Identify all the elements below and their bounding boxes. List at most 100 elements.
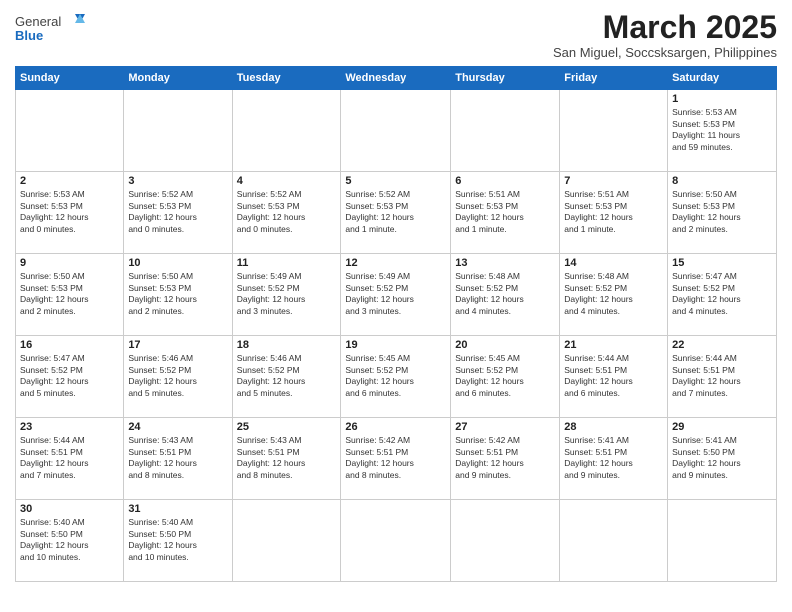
day-cell-8: 8 Sunrise: 5:50 AMSunset: 5:53 PMDayligh… <box>668 172 777 254</box>
day-num: 16 <box>20 339 119 351</box>
day-num: 6 <box>455 175 555 187</box>
empty-cell <box>232 500 341 582</box>
svg-text:General: General <box>15 14 61 29</box>
day-cell-19: 19 Sunrise: 5:45 AMSunset: 5:52 PMDaylig… <box>341 336 451 418</box>
empty-cell <box>232 90 341 172</box>
day-info: Sunrise: 5:44 AMSunset: 5:51 PMDaylight:… <box>20 435 119 481</box>
day-info: Sunrise: 5:48 AMSunset: 5:52 PMDaylight:… <box>455 271 555 317</box>
day-info: Sunrise: 5:51 AMSunset: 5:53 PMDaylight:… <box>564 189 663 235</box>
day-info: Sunrise: 5:49 AMSunset: 5:52 PMDaylight:… <box>345 271 446 317</box>
day-cell-2: 2 Sunrise: 5:53 AMSunset: 5:53 PMDayligh… <box>16 172 124 254</box>
generalblue-logo: General Blue <box>15 10 85 48</box>
day-info: Sunrise: 5:49 AMSunset: 5:52 PMDaylight:… <box>237 271 337 317</box>
table-row: 1 Sunrise: 5:53 AMSunset: 5:53 PMDayligh… <box>16 90 777 172</box>
day-cell-26: 26 Sunrise: 5:42 AMSunset: 5:51 PMDaylig… <box>341 418 451 500</box>
day-cell-14: 14 Sunrise: 5:48 AMSunset: 5:52 PMDaylig… <box>560 254 668 336</box>
day-info: Sunrise: 5:42 AMSunset: 5:51 PMDaylight:… <box>345 435 446 481</box>
day-num: 9 <box>20 257 119 269</box>
header-wednesday: Wednesday <box>341 67 451 90</box>
day-num: 11 <box>237 257 337 269</box>
header-sunday: Sunday <box>16 67 124 90</box>
empty-cell <box>341 500 451 582</box>
day-cell-1: 1 Sunrise: 5:53 AMSunset: 5:53 PMDayligh… <box>668 90 777 172</box>
day-info: Sunrise: 5:45 AMSunset: 5:52 PMDaylight:… <box>455 353 555 399</box>
day-cell-25: 25 Sunrise: 5:43 AMSunset: 5:51 PMDaylig… <box>232 418 341 500</box>
day-info: Sunrise: 5:51 AMSunset: 5:53 PMDaylight:… <box>455 189 555 235</box>
day-num: 28 <box>564 421 663 433</box>
day-cell-12: 12 Sunrise: 5:49 AMSunset: 5:52 PMDaylig… <box>341 254 451 336</box>
empty-cell <box>560 90 668 172</box>
day-num: 4 <box>237 175 337 187</box>
header-tuesday: Tuesday <box>232 67 341 90</box>
day-info: Sunrise: 5:42 AMSunset: 5:51 PMDaylight:… <box>455 435 555 481</box>
day-num: 21 <box>564 339 663 351</box>
calendar-table: Sunday Monday Tuesday Wednesday Thursday… <box>15 66 777 582</box>
day-info: Sunrise: 5:46 AMSunset: 5:52 PMDaylight:… <box>128 353 227 399</box>
day-num: 8 <box>672 175 772 187</box>
day-cell-29: 29 Sunrise: 5:41 AMSunset: 5:50 PMDaylig… <box>668 418 777 500</box>
empty-cell <box>560 500 668 582</box>
day-info: Sunrise: 5:45 AMSunset: 5:52 PMDaylight:… <box>345 353 446 399</box>
table-row: 9 Sunrise: 5:50 AMSunset: 5:53 PMDayligh… <box>16 254 777 336</box>
month-title: March 2025 <box>553 10 777 45</box>
day-num: 26 <box>345 421 446 433</box>
day-num: 7 <box>564 175 663 187</box>
day-cell-4: 4 Sunrise: 5:52 AMSunset: 5:53 PMDayligh… <box>232 172 341 254</box>
day-info: Sunrise: 5:41 AMSunset: 5:50 PMDaylight:… <box>672 435 772 481</box>
day-num: 29 <box>672 421 772 433</box>
day-info: Sunrise: 5:53 AMSunset: 5:53 PMDaylight:… <box>20 189 119 235</box>
day-info: Sunrise: 5:52 AMSunset: 5:53 PMDaylight:… <box>237 189 337 235</box>
header-friday: Friday <box>560 67 668 90</box>
day-num: 1 <box>672 93 772 105</box>
weekday-header-row: Sunday Monday Tuesday Wednesday Thursday… <box>16 67 777 90</box>
day-cell-31: 31 Sunrise: 5:40 AMSunset: 5:50 PMDaylig… <box>124 500 232 582</box>
day-cell-27: 27 Sunrise: 5:42 AMSunset: 5:51 PMDaylig… <box>451 418 560 500</box>
day-cell-30: 30 Sunrise: 5:40 AMSunset: 5:50 PMDaylig… <box>16 500 124 582</box>
calendar-page: General Blue March 2025 San Miguel, Socc… <box>0 0 792 612</box>
day-cell-5: 5 Sunrise: 5:52 AMSunset: 5:53 PMDayligh… <box>341 172 451 254</box>
day-info: Sunrise: 5:50 AMSunset: 5:53 PMDaylight:… <box>20 271 119 317</box>
day-info: Sunrise: 5:52 AMSunset: 5:53 PMDaylight:… <box>128 189 227 235</box>
day-num: 19 <box>345 339 446 351</box>
day-num: 27 <box>455 421 555 433</box>
day-cell-20: 20 Sunrise: 5:45 AMSunset: 5:52 PMDaylig… <box>451 336 560 418</box>
day-info: Sunrise: 5:46 AMSunset: 5:52 PMDaylight:… <box>237 353 337 399</box>
header-thursday: Thursday <box>451 67 560 90</box>
day-num: 2 <box>20 175 119 187</box>
day-cell-15: 15 Sunrise: 5:47 AMSunset: 5:52 PMDaylig… <box>668 254 777 336</box>
day-cell-3: 3 Sunrise: 5:52 AMSunset: 5:53 PMDayligh… <box>124 172 232 254</box>
day-cell-28: 28 Sunrise: 5:41 AMSunset: 5:51 PMDaylig… <box>560 418 668 500</box>
day-num: 12 <box>345 257 446 269</box>
day-num: 5 <box>345 175 446 187</box>
day-cell-13: 13 Sunrise: 5:48 AMSunset: 5:52 PMDaylig… <box>451 254 560 336</box>
day-info: Sunrise: 5:43 AMSunset: 5:51 PMDaylight:… <box>237 435 337 481</box>
day-cell-18: 18 Sunrise: 5:46 AMSunset: 5:52 PMDaylig… <box>232 336 341 418</box>
day-num: 20 <box>455 339 555 351</box>
day-cell-10: 10 Sunrise: 5:50 AMSunset: 5:53 PMDaylig… <box>124 254 232 336</box>
empty-cell <box>451 500 560 582</box>
day-num: 14 <box>564 257 663 269</box>
subtitle: San Miguel, Soccsksargen, Philippines <box>553 45 777 60</box>
table-row: 2 Sunrise: 5:53 AMSunset: 5:53 PMDayligh… <box>16 172 777 254</box>
day-info: Sunrise: 5:41 AMSunset: 5:51 PMDaylight:… <box>564 435 663 481</box>
svg-text:Blue: Blue <box>15 28 43 43</box>
header-monday: Monday <box>124 67 232 90</box>
day-num: 13 <box>455 257 555 269</box>
empty-cell <box>451 90 560 172</box>
day-cell-24: 24 Sunrise: 5:43 AMSunset: 5:51 PMDaylig… <box>124 418 232 500</box>
day-info: Sunrise: 5:40 AMSunset: 5:50 PMDaylight:… <box>20 517 119 563</box>
day-num: 25 <box>237 421 337 433</box>
day-num: 24 <box>128 421 227 433</box>
day-cell-9: 9 Sunrise: 5:50 AMSunset: 5:53 PMDayligh… <box>16 254 124 336</box>
day-info: Sunrise: 5:53 AMSunset: 5:53 PMDaylight:… <box>672 107 772 153</box>
day-info: Sunrise: 5:44 AMSunset: 5:51 PMDaylight:… <box>564 353 663 399</box>
day-num: 30 <box>20 503 119 515</box>
empty-cell <box>124 90 232 172</box>
day-cell-21: 21 Sunrise: 5:44 AMSunset: 5:51 PMDaylig… <box>560 336 668 418</box>
day-cell-23: 23 Sunrise: 5:44 AMSunset: 5:51 PMDaylig… <box>16 418 124 500</box>
header: General Blue March 2025 San Miguel, Socc… <box>15 10 777 60</box>
empty-cell <box>668 500 777 582</box>
day-info: Sunrise: 5:50 AMSunset: 5:53 PMDaylight:… <box>128 271 227 317</box>
day-info: Sunrise: 5:48 AMSunset: 5:52 PMDaylight:… <box>564 271 663 317</box>
day-cell-22: 22 Sunrise: 5:44 AMSunset: 5:51 PMDaylig… <box>668 336 777 418</box>
